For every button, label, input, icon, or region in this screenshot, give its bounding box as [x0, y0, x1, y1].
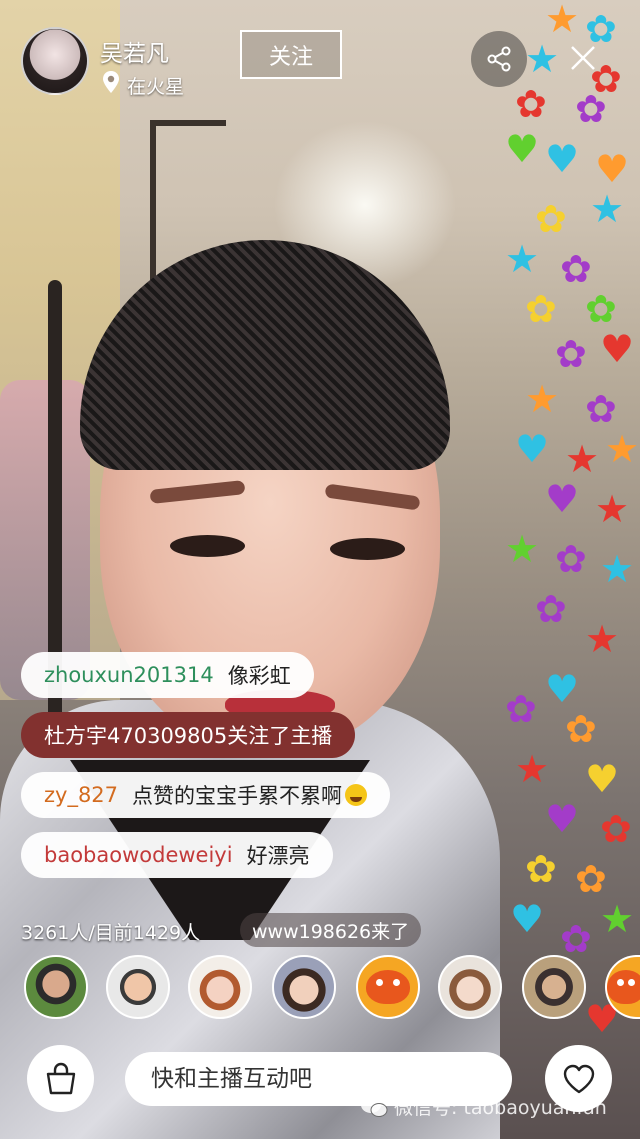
close-icon [571, 46, 595, 70]
chat-text: 点赞的宝宝手累不累啊 [132, 784, 343, 808]
chat-message: zy_827 点赞的宝宝手累不累啊 [21, 772, 391, 818]
chat-username[interactable]: zy_827 [44, 783, 118, 807]
chat-text: 好漂亮 [246, 844, 310, 868]
chat-message: baobaowodeweiyi 好漂亮 [21, 832, 333, 878]
anchor-name[interactable]: 吴若凡 [100, 34, 169, 68]
mascot-icon [607, 970, 640, 1004]
viewer-avatar[interactable] [522, 955, 586, 1019]
chat-feed: zhouxun201314 像彩虹 杜方宇470309805关注了主播 zy_8… [21, 652, 391, 892]
shopping-bag-button[interactable] [27, 1045, 94, 1112]
streamer-eye [170, 535, 245, 557]
viewer-avatar[interactable] [24, 955, 88, 1019]
viewer-avatar[interactable] [106, 955, 170, 1019]
chat-username[interactable]: baobaowodeweiyi [44, 843, 233, 867]
viewer-avatar[interactable] [272, 955, 336, 1019]
chat-system-message: 杜方宇470309805关注了主播 [21, 712, 356, 758]
chat-text: 杜方宇470309805关注了主播 [44, 724, 333, 748]
anchor-location: 在火星 [127, 76, 185, 98]
location-pin-icon [103, 71, 119, 93]
share-button[interactable] [471, 31, 527, 87]
follow-button[interactable]: 关注 [240, 30, 342, 79]
chat-username[interactable]: zhouxun201314 [44, 663, 214, 687]
streamer-wig-cap [80, 240, 450, 470]
shopping-bag-icon [46, 1062, 75, 1094]
viewer-count: 3261人/目前1429人 [21, 922, 201, 944]
viewer-avatar[interactable] [438, 955, 502, 1019]
wechat-icon [361, 1096, 388, 1117]
watermark-text: 微信号: taobaoyuanfan [394, 1097, 607, 1119]
wechat-watermark: 微信号: taobaoyuanfan [360, 1093, 607, 1120]
chat-text: 像彩虹 [227, 664, 291, 688]
laughing-tears-emoji-icon [345, 784, 368, 806]
viewer-avatar[interactable] [356, 955, 420, 1019]
heart-icon [563, 1064, 594, 1093]
anchor-avatar[interactable] [21, 27, 89, 95]
streamer-eye [330, 538, 405, 560]
viewer-avatar[interactable] [188, 955, 252, 1019]
join-notice: www198626来了 [240, 913, 422, 947]
share-icon [487, 46, 511, 72]
chat-message: zhouxun201314 像彩虹 [21, 652, 314, 698]
mascot-icon [366, 970, 410, 1004]
close-button[interactable] [558, 33, 608, 83]
